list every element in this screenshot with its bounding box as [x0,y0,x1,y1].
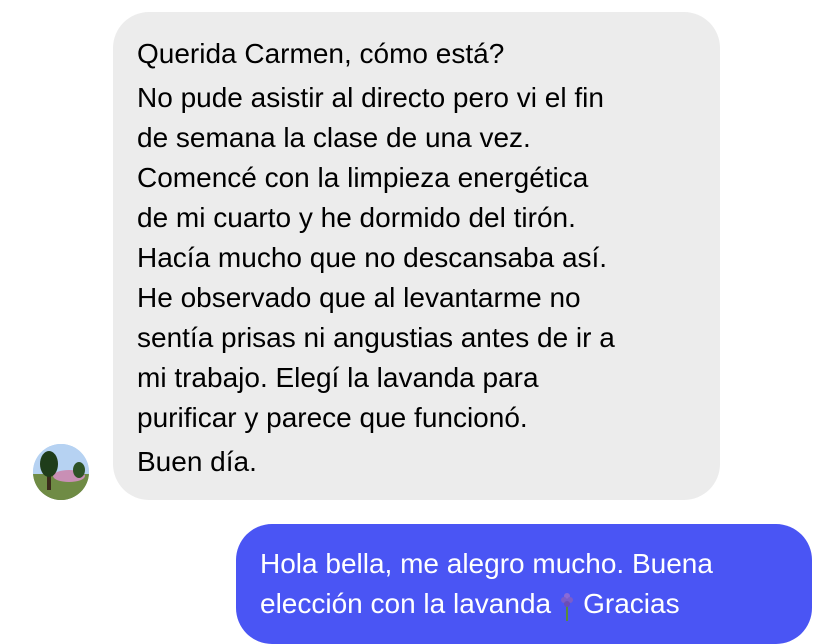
landscape-photo-icon [33,444,89,500]
incoming-message-bubble[interactable]: Querida Carmen, cómo está? No pude asist… [113,12,720,500]
message-line: sentía prisas ni angustias antes de ir a [137,322,615,353]
chat-thread: Querida Carmen, cómo está? No pude asist… [0,0,828,644]
reply-line: Hola bella, me alegro mucho. Buena [260,548,713,579]
message-line: mi trabajo. Elegí la lavanda para [137,362,539,393]
contact-avatar[interactable] [33,444,89,500]
message-signoff: Buen día. [137,446,257,477]
message-line: Comencé con la limpieza energética [137,162,589,193]
message-line: He observado que al levantarme no [137,282,581,313]
message-line: No pude asistir al directo pero vi el fi… [137,82,604,113]
message-line: de mi cuarto y he dormido del tirón. [137,202,576,233]
reply-text-end: Gracias [583,588,680,619]
message-line: purificar y parece que funcionó. [137,402,528,433]
reply-text: elección con la lavanda [260,588,552,619]
message-body: No pude asistir al directo pero vi el fi… [137,78,696,438]
message-greeting: Querida Carmen, cómo está? [137,38,505,69]
reply-line-2: elección con la lavanda Gracias [260,584,788,624]
message-line: de semana la clase de una vez. [137,122,531,153]
message-line: Hacía mucho que no descansaba así. [137,242,608,273]
outgoing-message-bubble[interactable]: Hola bella, me alegro mucho. Buena elecc… [236,524,812,644]
